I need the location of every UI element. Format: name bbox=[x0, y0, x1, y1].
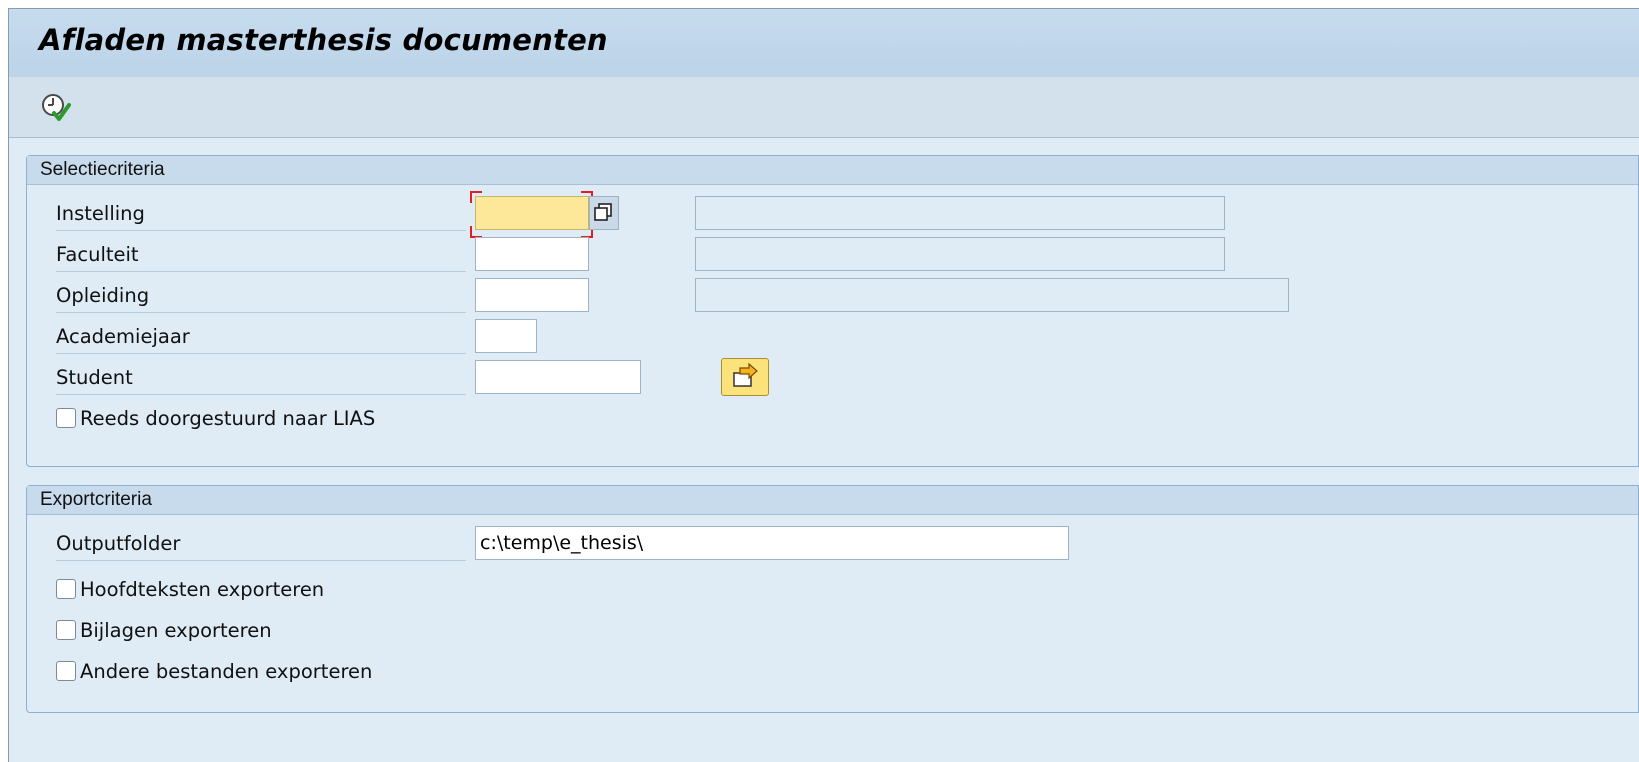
student-label: Student bbox=[56, 362, 466, 395]
lias-checkbox-row[interactable]: Reeds doorgestuurd naar LIAS bbox=[56, 403, 375, 433]
bijlagen-checkbox-label: Bijlagen exporteren bbox=[80, 618, 272, 642]
faculteit-label: Faculteit bbox=[56, 239, 466, 272]
outputfolder-label: Outputfolder bbox=[56, 528, 466, 561]
export-checkbox-row[interactable]: Andere bestanden exporteren bbox=[56, 656, 372, 686]
opleiding-label: Opleiding bbox=[56, 280, 466, 313]
bijlagen-checkbox[interactable] bbox=[56, 620, 76, 640]
instelling-description bbox=[695, 196, 1225, 230]
selection-criteria-group: Selectiecriteria Instelling Faculteit Op… bbox=[26, 155, 1639, 467]
andere-bestanden-checkbox[interactable] bbox=[56, 661, 76, 681]
export-criteria-group: Exportcriteria Outputfolder Hoofdteksten… bbox=[26, 485, 1639, 713]
page-title: Afladen masterthesis documenten bbox=[39, 23, 608, 57]
lias-checkbox-label: Reeds doorgestuurd naar LIAS bbox=[80, 406, 376, 430]
value-help-button[interactable] bbox=[589, 196, 619, 230]
opleiding-description bbox=[695, 278, 1289, 312]
instelling-input[interactable] bbox=[475, 196, 589, 230]
hoofdteksten-checkbox-label: Hoofdteksten exporteren bbox=[80, 577, 325, 601]
arrow-into-box-icon bbox=[733, 362, 758, 387]
copy-icon bbox=[594, 203, 612, 221]
faculteit-description bbox=[695, 237, 1225, 271]
title-bar: Afladen masterthesis documenten bbox=[9, 9, 1639, 77]
multiple-selection-button[interactable] bbox=[721, 358, 769, 396]
academiejaar-label: Academiejaar bbox=[56, 321, 466, 354]
execute-icon[interactable] bbox=[39, 91, 71, 123]
export-criteria-header: Exportcriteria bbox=[27, 486, 1638, 515]
academiejaar-input[interactable] bbox=[475, 319, 537, 353]
focus-marker bbox=[470, 191, 482, 203]
lias-checkbox[interactable] bbox=[56, 408, 76, 428]
outputfolder-input[interactable] bbox=[475, 526, 1069, 560]
export-checkbox-row[interactable]: Hoofdteksten exporteren bbox=[56, 574, 324, 604]
student-input[interactable] bbox=[475, 360, 641, 394]
instelling-label: Instelling bbox=[56, 198, 466, 231]
selection-criteria-header: Selectiecriteria bbox=[27, 156, 1638, 185]
export-checkbox-row[interactable]: Bijlagen exporteren bbox=[56, 615, 272, 645]
application-toolbar bbox=[9, 77, 1639, 138]
faculteit-input[interactable] bbox=[475, 237, 589, 271]
sap-screen: Afladen masterthesis documenten Selectie… bbox=[8, 8, 1639, 762]
hoofdteksten-checkbox[interactable] bbox=[56, 579, 76, 599]
opleiding-input[interactable] bbox=[475, 278, 589, 312]
andere-bestanden-checkbox-label: Andere bestanden exporteren bbox=[80, 659, 373, 683]
